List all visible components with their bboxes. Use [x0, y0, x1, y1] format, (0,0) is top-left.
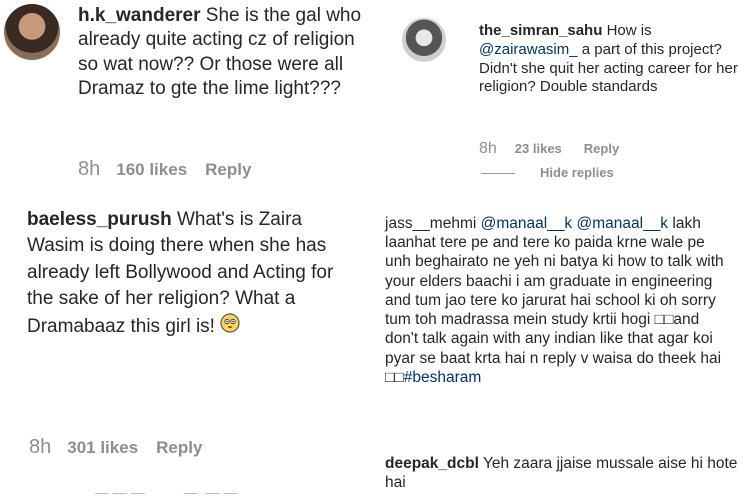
- comment-username[interactable]: the_simran_sahu: [479, 22, 602, 39]
- unrendered-emoji-boxes: □□: [385, 368, 404, 386]
- reply-button[interactable]: Reply: [584, 141, 619, 156]
- comment-meta: 8h 301 likes Reply: [29, 436, 202, 459]
- mention-link[interactable]: @manaal__k: [481, 215, 573, 232]
- comment-username[interactable]: jass__mehmi: [385, 215, 476, 232]
- comment-time[interactable]: 8h: [78, 158, 100, 181]
- comment-username[interactable]: h.k_wanderer: [78, 5, 201, 26]
- comment-username[interactable]: deepak_dcbl: [385, 455, 479, 472]
- mention-link[interactable]: @zairawasim_: [479, 41, 578, 58]
- comment-username[interactable]: baeless_purush: [27, 209, 172, 230]
- comment-text: How is: [606, 22, 652, 39]
- reply-button[interactable]: Reply: [205, 160, 251, 180]
- comment-time[interactable]: 8h: [29, 436, 51, 459]
- mention-link[interactable]: @manaal__k: [577, 215, 669, 232]
- comment-time[interactable]: 8h: [479, 140, 497, 158]
- cropped-text-fragment: — — — — — —: [95, 484, 238, 500]
- comment-body: the_simran_sahu How is @zairawasim_ a pa…: [479, 22, 750, 97]
- comment-meta: 8h 160 likes Reply: [78, 158, 251, 181]
- hide-replies-button[interactable]: Hide replies: [540, 165, 614, 180]
- comment-likes[interactable]: 160 likes: [116, 160, 187, 180]
- reply-button[interactable]: Reply: [156, 438, 202, 458]
- unrendered-emoji-boxes: □□: [654, 311, 674, 329]
- divider-line: [481, 173, 515, 174]
- comment-body: baeless_purush What's is Zaira Wasim is …: [27, 207, 357, 341]
- comment-likes[interactable]: 23 likes: [515, 141, 562, 156]
- comment-body: jass__mehmi @manaal__k @manaal__k lakh l…: [385, 214, 733, 387]
- hashtag-link[interactable]: #besharam: [404, 369, 482, 386]
- comment-body: deepak_dcbl Yeh zaara jjaise mussale ais…: [385, 454, 747, 492]
- avatar[interactable]: [4, 4, 60, 60]
- comment-body: h.k_wanderer She is the gal who already …: [78, 4, 378, 101]
- comment-likes[interactable]: 301 likes: [67, 438, 138, 458]
- comment-meta: 8h 23 likes Reply: [479, 140, 619, 158]
- avatar[interactable]: [402, 18, 446, 62]
- flushed-face-icon: [220, 313, 240, 341]
